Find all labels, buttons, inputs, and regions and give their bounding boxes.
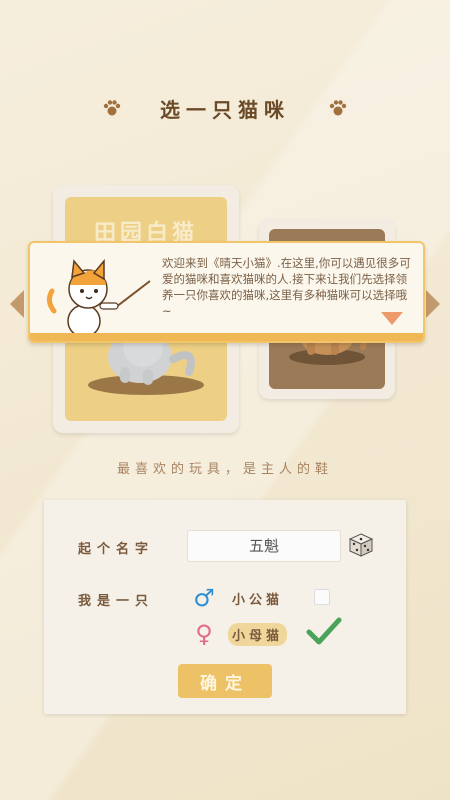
female-symbol-icon: ♀	[195, 620, 213, 648]
title-area: 选一只猫咪	[0, 88, 450, 128]
dialog-bottom-bar	[30, 333, 423, 341]
male-option[interactable]: ♂ 小公猫	[192, 584, 287, 612]
male-option-label: 小公猫	[232, 592, 284, 608]
male-symbol-icon: ♂	[193, 584, 215, 612]
paw-icon-right	[329, 100, 347, 116]
next-cat-arrow[interactable]	[426, 290, 440, 318]
dialog-message: 欢迎来到《晴天小猫》.在这里,你可以遇见很多可爱的猫咪和喜欢猫咪的人.接下来让我…	[162, 256, 411, 318]
female-option[interactable]: ♀ 小母猫	[192, 620, 288, 648]
name-label: 起个名字	[78, 542, 155, 557]
paw-icon-left	[103, 100, 121, 116]
confirm-button[interactable]: 确定	[178, 664, 272, 698]
female-option-label: 小母猫	[228, 622, 288, 646]
adoption-form: 起个名字 五魁 我是一只 ♂ 小公猫 ♀ 小母猫 确定	[44, 500, 406, 714]
page-title: 选一只猫咪	[142, 88, 308, 129]
female-checkmark-icon[interactable]	[306, 616, 342, 646]
previous-cat-arrow[interactable]	[10, 290, 24, 318]
male-checkbox[interactable]	[314, 589, 330, 605]
cat-teacher-avatar	[46, 258, 151, 338]
cat-slogan: 最喜欢的玩具，是主人的鞋	[116, 462, 333, 477]
random-name-dice-icon[interactable]	[348, 532, 374, 558]
welcome-dialog[interactable]: 欢迎来到《晴天小猫》.在这里,你可以遇见很多可爱的猫咪和喜欢猫咪的人.接下来让我…	[28, 241, 425, 343]
dialog-next-arrow-icon[interactable]	[381, 312, 403, 325]
gender-label: 我是一只	[78, 594, 155, 609]
name-input[interactable]: 五魁	[187, 530, 341, 562]
